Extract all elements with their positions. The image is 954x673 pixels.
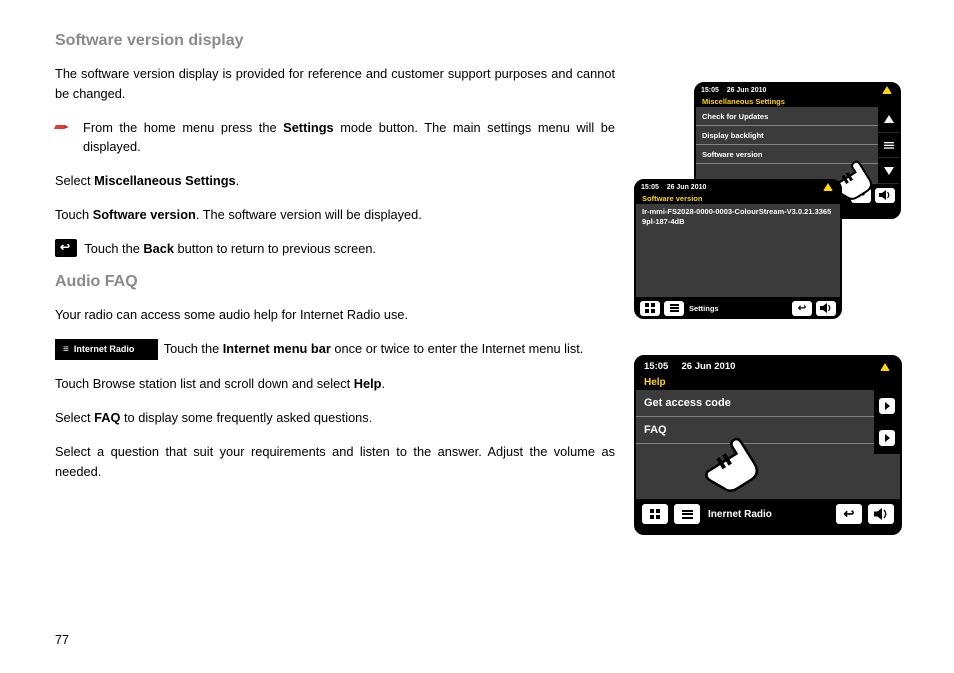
wifi-icon (823, 183, 833, 191)
paragraph: Internet Radio Touch the Internet menu b… (55, 339, 615, 361)
screen-title: Software version (636, 192, 840, 204)
text: . The software version will be displayed… (196, 207, 422, 222)
speaker-icon (874, 508, 889, 520)
text-bold: Software version (93, 207, 196, 222)
back-button-icon (55, 239, 77, 257)
text: Touch Browse station list and scroll dow… (55, 376, 354, 391)
text: button to return to previous screen. (174, 241, 376, 256)
page-number: 77 (55, 633, 69, 647)
status-bar: 15:05 26 Jun 2010 (696, 84, 899, 95)
list-item-label: Software version (702, 150, 762, 159)
back-icon: ↩ (857, 190, 865, 201)
list-item[interactable]: Get access code (636, 390, 874, 417)
chevron-right-icon (879, 398, 895, 414)
text: Select (55, 173, 94, 188)
text: Touch the (81, 241, 143, 256)
menu-icon (682, 510, 693, 519)
clock: 15:05 (641, 184, 659, 191)
help-list: Get access code FAQ (636, 390, 874, 499)
text: From the home menu press the (83, 120, 283, 135)
scroll-up-button[interactable] (878, 107, 899, 133)
paragraph: Touch Software version. The software ver… (55, 205, 615, 225)
paragraph: Select FAQ to display some frequently as… (55, 408, 615, 428)
back-icon: ↩ (798, 303, 806, 314)
text-bold: Settings (283, 120, 333, 135)
text-bold: FAQ (94, 410, 120, 425)
wifi-icon (882, 86, 892, 94)
date: 26 Jun 2010 (682, 361, 736, 372)
paragraph: The software version display is provided… (55, 64, 615, 104)
scroll-down-button[interactable] (878, 158, 899, 184)
menu-icon (670, 304, 679, 312)
settings-list: Check for Updates Display backlight Soft… (696, 107, 878, 184)
list-item[interactable]: Display backlight (696, 126, 878, 145)
device-help: 15:05 26 Jun 2010 Help Get access code F… (634, 355, 902, 535)
grid-icon (645, 303, 655, 313)
list-item[interactable]: Check for Updates (696, 107, 878, 126)
menu-button[interactable] (674, 504, 700, 524)
text: . (381, 376, 385, 391)
speaker-icon (879, 190, 891, 200)
list-item-label: Display backlight (702, 131, 764, 140)
sidebar-filler (874, 454, 900, 499)
screen-title: Help (636, 375, 900, 390)
status-bar: 15:05 26 Jun 2010 (636, 357, 900, 375)
pen-icon (55, 119, 73, 131)
text-bold: Back (143, 241, 174, 256)
status-bar: 15:05 26 Jun 2010 (636, 181, 840, 192)
text-bold: Miscellaneous Settings (94, 173, 236, 188)
toolbar-label: Settings (688, 304, 721, 313)
date: 26 Jun 2010 (667, 184, 707, 191)
internet-radio-bar-icon: Internet Radio (55, 339, 158, 361)
toolbar-label: Inernet Radio (706, 509, 775, 520)
paragraph: Touch the Back button to return to previ… (55, 239, 615, 259)
list-item-label: FAQ (644, 424, 667, 436)
paragraph: Select Miscellaneous Settings. (55, 171, 615, 191)
volume-button[interactable] (868, 504, 894, 524)
list-item[interactable]: Software version (696, 145, 878, 164)
text: Select (55, 410, 94, 425)
text-bold: Help (354, 376, 382, 391)
heading-audio-faq: Audio FAQ (55, 273, 615, 291)
version-text: Ir-mmi-FS2028-0000-0003-ColourStream-V3.… (636, 204, 840, 297)
back-button[interactable]: ↩ (851, 188, 871, 203)
paragraph: Touch Browse station list and scroll dow… (55, 374, 615, 394)
wifi-icon (880, 363, 890, 371)
text: to display some frequently asked questio… (120, 410, 372, 425)
clock: 15:05 (644, 361, 668, 372)
date: 26 Jun 2010 (727, 87, 767, 94)
back-icon: ↩ (844, 506, 855, 522)
scroll-indicator (878, 133, 899, 159)
back-button[interactable]: ↩ (836, 504, 862, 524)
device-software-version: 15:05 26 Jun 2010 Software version Ir-mm… (634, 179, 842, 319)
clock: 15:05 (701, 87, 719, 94)
step: From the home menu press the Settings mo… (55, 118, 615, 158)
heading-software-version: Software version display (55, 32, 615, 50)
list-item-label: Check for Updates (702, 112, 768, 121)
text: once or twice to enter the Internet menu… (331, 341, 584, 356)
chevron-right-icon (879, 430, 895, 446)
toolbar: Inernet Radio ↩ (636, 499, 900, 529)
volume-button[interactable] (816, 301, 836, 316)
paragraph: Your radio can access some audio help fo… (55, 305, 615, 325)
menu-button[interactable] (664, 301, 684, 316)
back-button[interactable]: ↩ (792, 301, 812, 316)
home-button[interactable] (640, 301, 660, 316)
toolbar: Settings ↩ (636, 297, 840, 319)
screen-title: Miscellaneous Settings (696, 95, 899, 107)
list-item[interactable]: FAQ (636, 417, 874, 444)
list-item-label: Get access code (644, 397, 731, 409)
text-bold: Internet menu bar (223, 341, 331, 356)
text: Touch (55, 207, 93, 222)
text: Touch the (164, 341, 223, 356)
paragraph: Select a question that suit your require… (55, 442, 615, 482)
volume-button[interactable] (875, 188, 895, 203)
grid-icon (650, 509, 660, 519)
next-button[interactable] (874, 422, 900, 454)
home-button[interactable] (642, 504, 668, 524)
text: . (236, 173, 240, 188)
speaker-icon (820, 303, 832, 313)
next-button[interactable] (874, 390, 900, 422)
